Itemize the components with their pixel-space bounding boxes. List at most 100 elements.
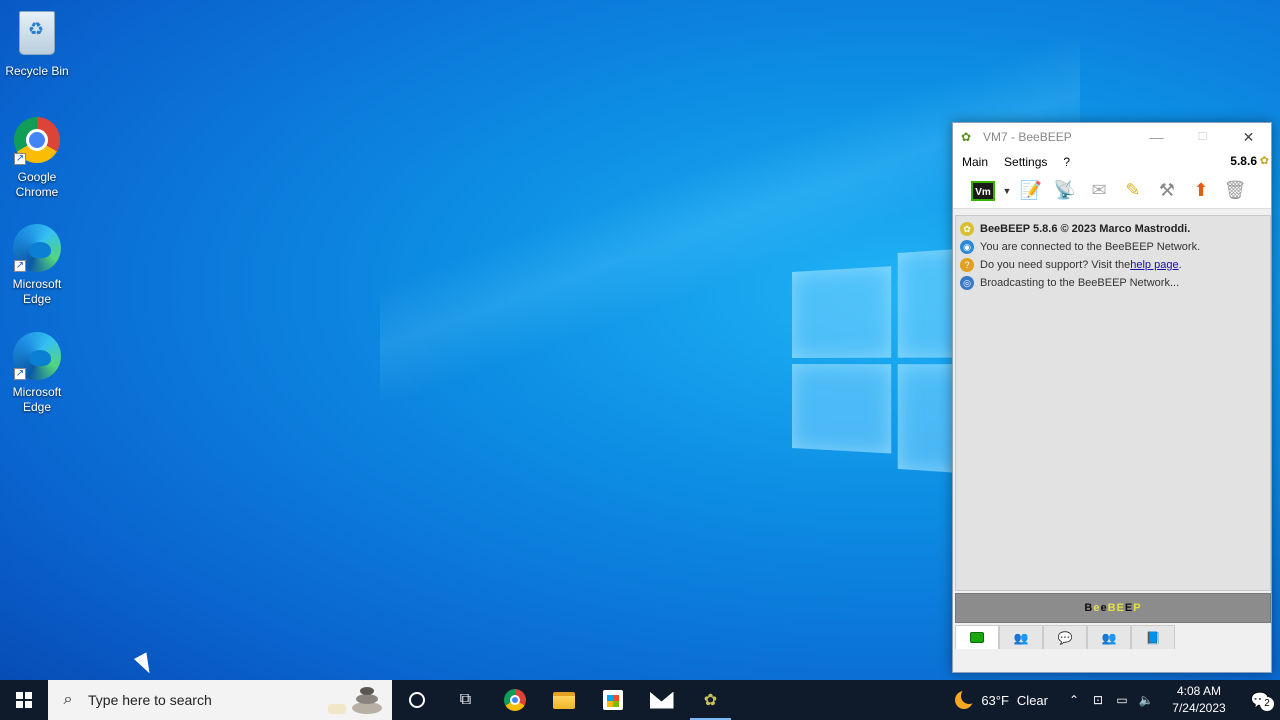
bee-icon: ✿ [961, 130, 972, 144]
close-button[interactable]: ✕ [1226, 123, 1271, 151]
network-icon: ◉ [960, 240, 974, 254]
broadcast-button[interactable]: 📡 [1049, 177, 1081, 205]
version-label: 5.8.6 [1230, 154, 1257, 168]
windows-icon [16, 692, 32, 708]
chat-message-text: You are connected to the BeeBEEP Network… [980, 241, 1201, 253]
edge-icon: ↗ [12, 224, 62, 274]
help-page-link[interactable]: help page [1130, 259, 1178, 271]
notification-button[interactable]: 💬 2 [1240, 691, 1280, 711]
windows-logo-wallpaper [792, 239, 978, 485]
window-title: VM7 - BeeBEEP [983, 130, 1072, 144]
chat-message: ◉ You are connected to the BeeBEEP Netwo… [960, 238, 1266, 256]
bee-icon: ✿ [960, 222, 974, 236]
desktop-icon-microsoft-edge[interactable]: ↗ Microsoft Edge [0, 223, 74, 307]
cortana-icon [408, 692, 425, 708]
search-box[interactable]: ⌕ Type here to search [48, 680, 392, 720]
menu-help[interactable]: ? [1054, 155, 1077, 169]
users-icon: 👥 [1013, 630, 1029, 645]
bottom-tabs: 👥 💬 👥 📘 [955, 625, 1175, 649]
help-icon: ? [960, 258, 974, 272]
beebeep-banner: BeeBEEP [955, 593, 1271, 623]
log-icon: 📘 [1145, 630, 1161, 645]
trash-button[interactable]: 🗑 [1219, 177, 1251, 205]
mouse-cursor [134, 652, 156, 677]
edit-icon: ✎ [1125, 180, 1141, 200]
clock-date: 7/24/2023 [1172, 701, 1226, 715]
notification-count: 2 [1260, 697, 1274, 711]
taskbar-store[interactable] [588, 680, 637, 720]
system-tray: 63°F Clear ⌃ ⊡ ▭ 🔈 4:08 AM 7/24/2023 💬 2 [955, 680, 1280, 720]
chat-message-text: Do you need support? Visit the [980, 259, 1131, 271]
menu-main[interactable]: Main [953, 155, 995, 169]
menu-bar: Main Settings ? 5.8.6 ✿ [953, 151, 1271, 173]
taskbar-mail[interactable] [637, 680, 686, 720]
moon-icon [955, 688, 978, 709]
minimize-button[interactable]: — [1134, 123, 1179, 151]
menu-settings[interactable]: Settings [995, 155, 1054, 169]
volume-muted-icon[interactable]: 🔈 [1134, 693, 1158, 707]
task-view-icon: ⧉ [459, 691, 472, 708]
search-icon: ⌕ [63, 691, 73, 708]
profile-icon: 📝 [1019, 180, 1043, 200]
taskbar-beebeep[interactable]: ✿ [686, 680, 735, 720]
profile-button[interactable]: 📝 [1015, 177, 1047, 205]
store-icon [602, 690, 623, 710]
chrome-icon: ↗ [12, 117, 62, 167]
network-users-icon: 👥 [1101, 630, 1117, 645]
chat-message-suffix: . [1178, 259, 1182, 271]
taskbar-chrome[interactable] [490, 680, 539, 720]
search-highlight-stones-icon [322, 684, 386, 716]
weather-temp: 63°F [981, 692, 1009, 708]
bee-icon: ✿ [703, 692, 718, 709]
beebeep-window: ✿ VM7 - BeeBEEP — ☐ ✕ Main Settings ? 5.… [952, 122, 1272, 673]
chat-message-text: Broadcasting to the BeeBEEP Network... [980, 277, 1180, 289]
update-icon: ⬆ [1193, 180, 1209, 200]
folder-icon [552, 691, 575, 709]
mail-icon [649, 691, 674, 709]
tab-log[interactable]: 📘 [1131, 625, 1175, 649]
toolbar: Vm ▼ 📝 📡 ✉ ✎ ⚒ ⬆ 🗑 [953, 173, 1271, 209]
chat-message-text: BeeBEEP 5.8.6 © 2023 Marco Mastroddi. [980, 223, 1191, 235]
beebeep-tray-icon[interactable]: ⊡ [1086, 693, 1110, 707]
desktop-icon-label: Microsoft Edge [12, 277, 62, 306]
network-icon[interactable]: ▭ [1110, 693, 1134, 707]
start-button[interactable] [0, 680, 48, 720]
taskbar-task-view[interactable]: ⧉ [441, 680, 490, 720]
chat-tab-icon [970, 632, 984, 643]
mail-button[interactable]: ✉ [1083, 177, 1115, 205]
chat-bubbles-icon: 💬 [1057, 630, 1073, 645]
maximize-button[interactable]: ☐ [1180, 123, 1225, 151]
desktop-icon-recycle-bin[interactable]: Recycle Bin [0, 8, 74, 79]
tools-button[interactable]: ⚒ [1151, 177, 1183, 205]
trash-icon: 🗑 [1223, 180, 1247, 200]
tab-groups[interactable]: 💬 [1043, 625, 1087, 649]
taskbar-file-explorer[interactable] [539, 680, 588, 720]
weather-condition: Clear [1016, 692, 1048, 708]
chat-area[interactable]: ✿ BeeBEEP 5.8.6 © 2023 Marco Mastroddi. … [955, 215, 1271, 591]
chat-message: ✿ BeeBEEP 5.8.6 © 2023 Marco Mastroddi. [960, 220, 1266, 238]
status-button[interactable]: Vm [967, 177, 999, 205]
desktop-icon-label: Recycle Bin [5, 64, 69, 78]
tab-users[interactable]: 👥 [999, 625, 1043, 649]
window-titlebar[interactable]: ✿ VM7 - BeeBEEP — ☐ ✕ [953, 123, 1271, 151]
clock[interactable]: 4:08 AM 7/24/2023 [1166, 683, 1232, 717]
taskbar-cortana[interactable] [392, 680, 441, 720]
search-placeholder: Type here to search [88, 692, 212, 708]
status-vm-icon: Vm [971, 180, 995, 201]
edit-button[interactable]: ✎ [1117, 177, 1149, 205]
clock-time: 4:08 AM [1176, 684, 1222, 698]
tab-chat[interactable] [955, 625, 999, 649]
broadcast-icon: 📡 [1053, 180, 1077, 200]
desktop-icon-microsoft-edge-2[interactable]: ↗ Microsoft Edge [0, 331, 74, 415]
chat-message: ◎ Broadcasting to the BeeBEEP Network... [960, 274, 1266, 292]
bee-icon: ✿ [1259, 155, 1269, 167]
desktop-icon-label: Google Chrome [15, 170, 59, 199]
tools-icon: ⚒ [1158, 180, 1176, 200]
weather-widget[interactable]: 63°F Clear [955, 688, 1048, 709]
update-button[interactable]: ⬆ [1185, 177, 1217, 205]
desktop-icon-google-chrome[interactable]: ↗ Google Chrome [0, 115, 74, 200]
chevron-up-icon[interactable]: ⌃ [1062, 693, 1086, 707]
chevron-down-icon[interactable]: ▼ [1001, 186, 1013, 196]
tab-network[interactable]: 👥 [1087, 625, 1131, 649]
chat-message: ? Do you need support? Visit the help pa… [960, 256, 1266, 274]
